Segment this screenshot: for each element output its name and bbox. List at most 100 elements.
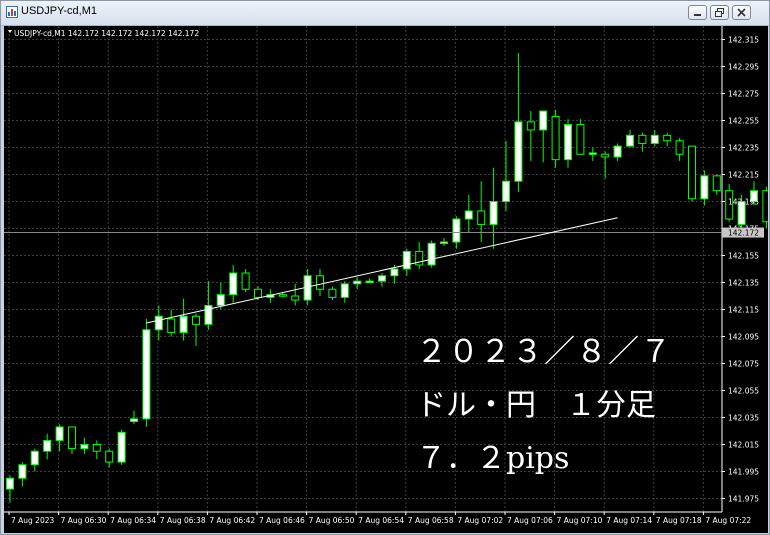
window-title: USDJPY-cd,M1 [21, 5, 98, 17]
x-tick-label: 7 Aug 07:14 [606, 516, 652, 525]
price-chart[interactable]: 142.315 142.295 142.275 142.255 142.235 142.2… [4, 26, 768, 533]
bear-candle [192, 315, 200, 325]
chart-grid [4, 26, 722, 512]
close-icon [737, 8, 746, 17]
x-tick-label: 7 Aug 07:06 [507, 516, 553, 525]
bear-candle [675, 140, 684, 155]
bear-candle [663, 134, 672, 142]
bull-candle [80, 444, 89, 450]
bear-candle [762, 190, 768, 223]
x-tick-label: 7 Aug 06:54 [358, 516, 404, 525]
bear-candle [167, 318, 176, 333]
y-tick-label: 142.275 [728, 90, 759, 99]
bear-candle [712, 175, 721, 192]
bull-candle [440, 241, 448, 244]
overlay-pips: ７．２pips [416, 441, 570, 476]
y-tick-label: 142.135 [728, 279, 759, 288]
bear-candle [328, 288, 337, 298]
bear-candle [278, 294, 287, 297]
bear-candle [576, 124, 585, 155]
bull-candle [564, 124, 572, 161]
bear-candle [316, 275, 324, 290]
chart-window-icon [6, 6, 18, 18]
bull-candle [514, 121, 523, 182]
candlestick-chart[interactable]: 142.315 142.295 142.275 142.255 142.235 142.2… [4, 26, 768, 533]
y-tick-label: 141.995 [728, 468, 759, 477]
y-tick-label: 142.235 [728, 144, 759, 153]
bull-candle [18, 464, 27, 479]
x-tick-label: 7 Aug 2023 [11, 516, 54, 525]
bull-candle [700, 175, 709, 200]
bull-candle [588, 152, 597, 155]
bear-candle [68, 426, 76, 450]
x-tick-label: 7 Aug 06:30 [61, 516, 107, 525]
bull-candle [142, 329, 151, 420]
chart-header-text: USDJPY-cd,M1 142.172 142.172 142.172 142… [14, 29, 199, 38]
y-tick-label: 142.095 [728, 333, 759, 342]
bull-candle [55, 426, 64, 441]
overlay-pair-timeframe: ドル・円 １分足 [416, 388, 656, 423]
bear-candle [241, 272, 250, 290]
bull-candle [402, 250, 411, 270]
y-tick-label: 142.035 [728, 414, 759, 423]
bull-candle [365, 280, 374, 284]
bull-candle [216, 294, 225, 306]
y-tick-label: 142.055 [728, 387, 759, 396]
chart-axes [4, 26, 725, 515]
restore-button[interactable] [710, 5, 729, 20]
bull-candle [502, 180, 510, 202]
bull-candle [43, 439, 52, 452]
y-tick-label: 141.975 [728, 495, 759, 504]
bear-candle [92, 444, 101, 452]
bear-candle [477, 210, 486, 225]
bull-candle [154, 315, 163, 331]
bull-candle [613, 145, 622, 158]
bear-candle [551, 115, 560, 161]
terminal-window: USDJPY-cd,M1 142.315 142.295 142.275 142.25… [0, 0, 770, 535]
trendline-layer [4, 217, 722, 324]
bull-candle [30, 450, 39, 466]
bear-candle [105, 450, 114, 463]
x-tick-label: 7 Aug 06:38 [160, 516, 206, 525]
bull-candle [378, 275, 386, 282]
y-tick-label: 142.075 [728, 360, 759, 369]
bear-candle [601, 153, 610, 158]
minimize-icon [694, 14, 701, 16]
bull-candle [427, 242, 436, 266]
y-tick-label: 142.295 [728, 63, 759, 72]
bull-candle [464, 210, 473, 220]
bear-candle [291, 295, 300, 301]
y-tick-label: 142.195 [728, 198, 759, 207]
bull-candle [117, 431, 126, 463]
close-button[interactable] [732, 5, 751, 20]
bull-candle [539, 110, 548, 131]
y-tick-label: 142.155 [728, 252, 759, 261]
x-tick-label: 7 Aug 07:02 [457, 516, 503, 525]
y-tick-label: 142.255 [728, 117, 759, 126]
bear-candle [638, 134, 647, 144]
bull-candle [353, 280, 362, 285]
bull-candle [130, 418, 138, 423]
bull-candle [6, 477, 14, 490]
bull-candle [650, 134, 659, 144]
bull-candle [390, 268, 399, 277]
bull-candle [229, 272, 238, 296]
window-titlebar[interactable]: USDJPY-cd,M1 [1, 1, 769, 26]
x-tick-label: 7 Aug 06:50 [309, 516, 355, 525]
y-tick-label: 142.115 [728, 306, 759, 315]
x-tick-label: 7 Aug 06:58 [408, 516, 454, 525]
x-tick-label: 7 Aug 07:10 [557, 516, 603, 525]
minimize-button[interactable] [688, 5, 707, 20]
x-tick-label: 7 Aug 06:42 [209, 516, 255, 525]
x-tick-label: 7 Aug 07:18 [656, 516, 702, 525]
bear-candle [688, 145, 696, 200]
bull-candle [626, 134, 634, 147]
y-tick-label: 142.315 [728, 36, 759, 45]
bull-candle [489, 201, 498, 225]
bear-candle [526, 121, 535, 131]
overlay-date: ２０２３／８／７ [416, 334, 672, 370]
bull-candle [179, 315, 188, 333]
bear-candle [254, 288, 262, 298]
x-tick-label: 7 Aug 06:34 [110, 516, 156, 525]
trendline [146, 217, 618, 324]
